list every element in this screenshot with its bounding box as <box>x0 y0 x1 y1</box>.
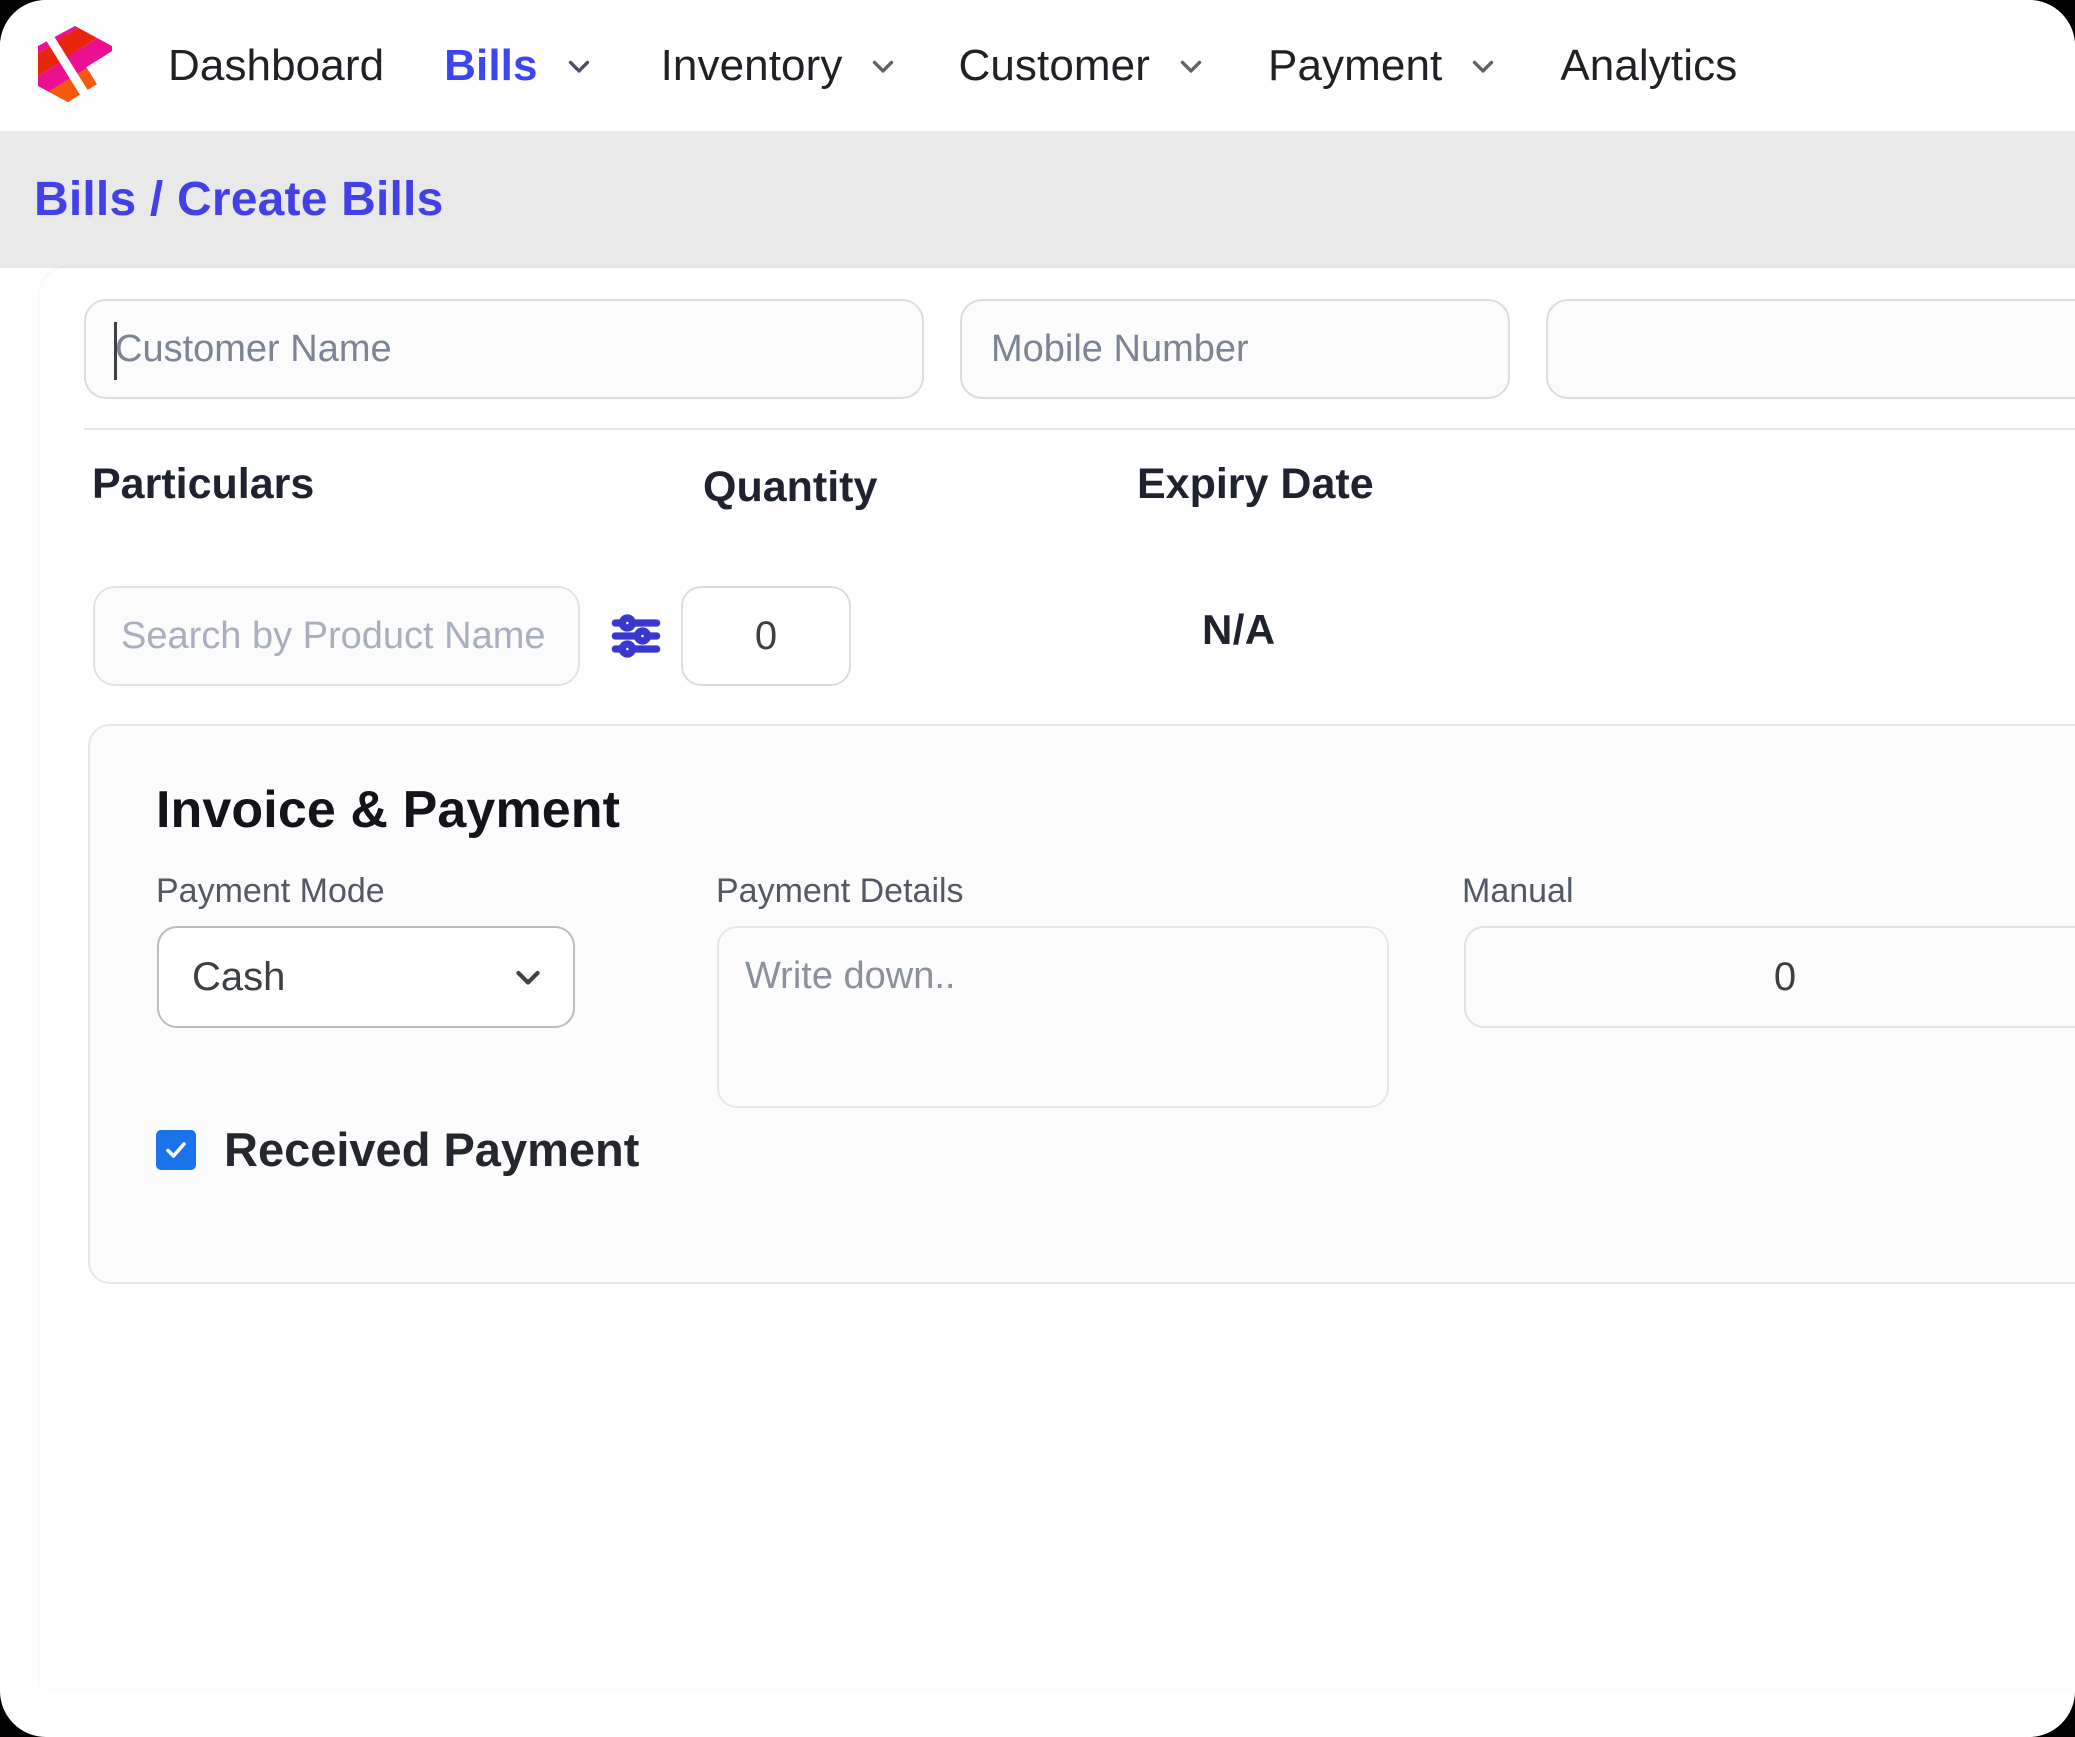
payment-mode-selected-value: Cash <box>192 955 286 999</box>
mobile-number-placeholder: Mobile Number <box>991 328 1249 370</box>
sliders-filter-icon[interactable] <box>610 610 662 662</box>
nav-item-payment-label: Payment <box>1268 40 1443 90</box>
product-search-placeholder: Search by Product Name <box>121 615 546 657</box>
payment-details-label: Payment Details <box>716 872 964 910</box>
create-bill-card: Customer Name Mobile Number Particulars … <box>40 268 2075 1688</box>
nav-item-inventory-label: Inventory <box>660 40 843 90</box>
quantity-value: 0 <box>754 614 778 658</box>
nav-item-bills[interactable]: Bills <box>444 0 595 131</box>
received-payment-checkbox[interactable] <box>156 1129 196 1170</box>
items-table-header: Particulars Quantity Expiry Date <box>40 460 2075 530</box>
invoice-payment-title: Invoice & Payment <box>156 781 621 839</box>
expiry-date-value: N/A <box>1202 606 1276 653</box>
nav-item-customer[interactable]: Customer <box>958 0 1208 131</box>
check-icon <box>166 1141 186 1158</box>
column-header-expiry-date: Expiry Date <box>1137 460 1374 508</box>
product-search-input[interactable]: Search by Product Name <box>93 586 580 686</box>
customer-name-placeholder: Customer Name <box>115 328 392 370</box>
app-window: Dashboard Bills Inventory Customer Payme… <box>0 0 2075 1737</box>
quantity-input[interactable]: 0 <box>681 586 851 686</box>
table-row: Search by Product Name 0 N/A <box>40 586 2075 686</box>
mobile-number-input[interactable]: Mobile Number <box>960 299 1510 399</box>
chevron-down-icon[interactable] <box>866 49 900 83</box>
nav-item-bills-label: Bills <box>444 40 538 90</box>
received-payment-row[interactable]: Received Payment <box>156 1126 639 1173</box>
invoice-payment-panel: Invoice & Payment Payment Mode Payment D… <box>88 724 2075 1284</box>
nav-item-analytics-label: Analytics <box>1560 40 1738 90</box>
received-payment-label: Received Payment <box>224 1123 640 1176</box>
customer-fields-row: Customer Name Mobile Number <box>84 299 2075 399</box>
third-field-input[interactable] <box>1546 299 2075 399</box>
manual-value: 0 <box>1773 955 1797 999</box>
nav-item-dashboard-label: Dashboard <box>168 40 385 90</box>
text-caret <box>114 322 117 380</box>
payment-details-textarea[interactable]: Write down.. <box>717 926 1389 1108</box>
hexagon-stripes-logo-icon[interactable] <box>38 25 112 106</box>
payment-details-placeholder: Write down.. <box>745 955 956 997</box>
nav-item-customer-label: Customer <box>958 40 1150 90</box>
column-header-quantity: Quantity <box>703 463 878 511</box>
top-navigation-bar: Dashboard Bills Inventory Customer Payme… <box>0 0 2075 131</box>
nav-item-analytics[interactable]: Analytics <box>1560 0 1737 131</box>
nav-item-dashboard[interactable]: Dashboard <box>168 0 384 131</box>
chevron-down-icon[interactable] <box>1174 49 1208 83</box>
column-header-particulars: Particulars <box>92 460 315 508</box>
payment-mode-select[interactable]: Cash <box>157 926 575 1028</box>
payment-mode-label: Payment Mode <box>156 872 385 910</box>
nav-item-inventory[interactable]: Inventory <box>661 0 901 131</box>
chevron-down-icon[interactable] <box>509 958 547 996</box>
breadcrumb[interactable]: Bills / Create Bills <box>34 172 444 227</box>
chevron-down-icon[interactable] <box>1466 49 1500 83</box>
manual-input[interactable]: 0 <box>1464 926 2075 1028</box>
nav-item-payment[interactable]: Payment <box>1268 0 1500 131</box>
manual-label: Manual <box>1462 872 1574 910</box>
chevron-down-icon[interactable] <box>562 49 596 83</box>
breadcrumb-bar: Bills / Create Bills <box>0 131 2075 268</box>
section-divider <box>84 428 2075 430</box>
customer-name-input[interactable]: Customer Name <box>84 299 924 399</box>
